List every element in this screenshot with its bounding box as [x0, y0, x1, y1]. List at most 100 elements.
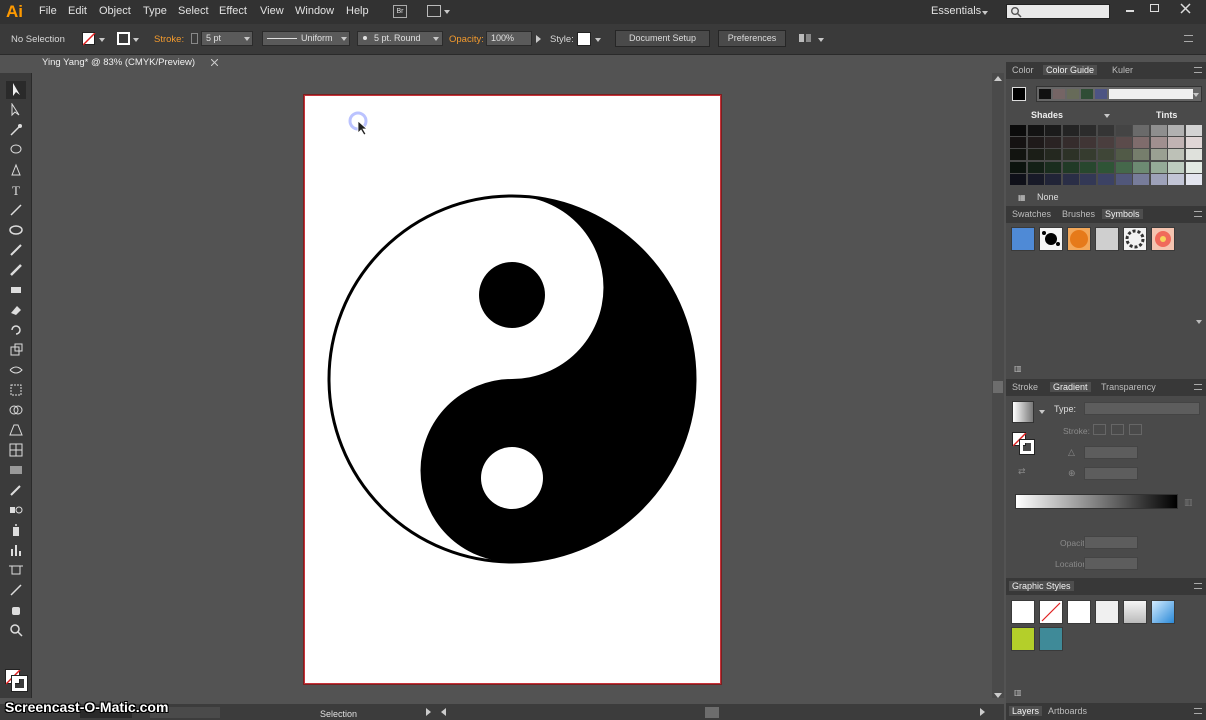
scroll-up-icon[interactable]: [994, 76, 1002, 81]
tab-swatches[interactable]: Swatches: [1012, 209, 1051, 219]
symbol-splat-icon[interactable]: [1039, 227, 1063, 251]
style-swatch[interactable]: [577, 32, 591, 46]
fill-stroke-indicator[interactable]: [5, 669, 28, 692]
zoom-tool-icon[interactable]: [9, 623, 23, 637]
scroll-down-icon[interactable]: [1196, 320, 1202, 324]
aspect-ratio-field[interactable]: [1084, 467, 1138, 480]
color-variation-swatch[interactable]: [1168, 173, 1185, 185]
stroke-along-icon[interactable]: [1111, 424, 1124, 435]
color-variation-swatch[interactable]: [1062, 125, 1079, 136]
pen-tool-icon[interactable]: [9, 163, 23, 177]
scroll-left-icon[interactable]: [441, 708, 446, 716]
scroll-thumb-horizontal[interactable]: [705, 707, 719, 718]
close-tab-icon[interactable]: [211, 59, 218, 66]
color-variation-swatch[interactable]: [1168, 161, 1185, 173]
close-icon[interactable]: [1180, 3, 1191, 14]
fill-swatch[interactable]: [82, 32, 96, 46]
graphic-style-default-icon[interactable]: [1011, 600, 1035, 624]
tab-gradient[interactable]: Gradient: [1050, 382, 1091, 392]
color-variation-swatch[interactable]: [1133, 149, 1150, 161]
bridge-button[interactable]: Br: [393, 5, 407, 18]
base-color-swatch[interactable]: [1012, 87, 1026, 101]
color-variation-swatch[interactable]: [1062, 173, 1079, 185]
delete-stop-icon[interactable]: ▥: [1184, 497, 1193, 508]
tab-symbols[interactable]: Symbols: [1102, 209, 1143, 219]
arrange-icon[interactable]: [798, 32, 812, 44]
pencil-tool-icon[interactable]: [9, 263, 23, 277]
color-variation-swatch[interactable]: [1115, 125, 1132, 136]
vertical-scrollbar[interactable]: [992, 73, 1004, 698]
menu-view[interactable]: View: [260, 5, 284, 17]
gradient-slider[interactable]: [1015, 494, 1178, 509]
color-variations-grid[interactable]: [1010, 125, 1204, 187]
gradient-fill-stroke-icon[interactable]: [1012, 432, 1036, 456]
color-variation-swatch[interactable]: [1027, 149, 1044, 161]
angle-field[interactable]: [1084, 446, 1138, 459]
tab-color-guide[interactable]: Color Guide: [1043, 65, 1098, 75]
graphic-style-teal-texture-icon[interactable]: [1039, 627, 1063, 651]
menu-effect[interactable]: Effect: [219, 5, 247, 17]
type-tool-icon[interactable]: T: [9, 183, 23, 197]
stroke-profile-select[interactable]: Uniform: [262, 31, 350, 46]
color-variation-swatch[interactable]: [1080, 149, 1097, 161]
color-variation-swatch[interactable]: [1010, 149, 1026, 161]
color-variation-swatch[interactable]: [1186, 173, 1202, 185]
color-variation-swatch[interactable]: [1168, 149, 1185, 161]
color-variation-swatch[interactable]: [1045, 137, 1062, 149]
color-variation-swatch[interactable]: [1150, 149, 1167, 161]
menu-help[interactable]: Help: [346, 5, 369, 17]
selection-tool-icon[interactable]: [6, 81, 26, 99]
panel-menu-icon[interactable]: [1194, 67, 1202, 73]
tab-stroke[interactable]: Stroke: [1012, 382, 1038, 392]
stroke-stepper[interactable]: [191, 33, 198, 44]
graphic-style-gray-icon[interactable]: [1123, 600, 1147, 624]
eyedropper-tool-icon[interactable]: [9, 483, 23, 497]
symbol-orange-button-icon[interactable]: [1067, 227, 1091, 251]
color-variation-swatch[interactable]: [1027, 173, 1044, 185]
color-variation-swatch[interactable]: [1080, 125, 1097, 136]
free-transform-tool-icon[interactable]: [9, 383, 23, 397]
color-variation-swatch[interactable]: [1045, 125, 1062, 136]
mesh-tool-icon[interactable]: [9, 443, 23, 457]
color-variation-swatch[interactable]: [1010, 137, 1026, 149]
menu-type[interactable]: Type: [143, 5, 167, 17]
artboard[interactable]: [304, 95, 721, 684]
paintbrush-tool-icon[interactable]: [9, 243, 23, 257]
color-variation-swatch[interactable]: [1150, 137, 1167, 149]
scroll-down-icon[interactable]: [994, 693, 1002, 698]
gradient-type-select[interactable]: [1084, 402, 1200, 415]
menu-object[interactable]: Object: [99, 5, 131, 17]
color-variation-swatch[interactable]: [1098, 125, 1114, 136]
color-variation-swatch[interactable]: [1133, 137, 1150, 149]
blend-tool-icon[interactable]: [9, 503, 23, 517]
tab-artboards[interactable]: Artboards: [1048, 706, 1087, 716]
artboard-tool-icon[interactable]: [9, 563, 23, 577]
color-variation-swatch[interactable]: [1150, 125, 1167, 136]
color-variation-swatch[interactable]: [1115, 149, 1132, 161]
color-variation-swatch[interactable]: [1045, 173, 1062, 185]
symbol-sprayer-tool-icon[interactable]: [9, 523, 23, 537]
chevron-right-icon[interactable]: [536, 35, 541, 43]
color-variation-swatch[interactable]: [1027, 161, 1044, 173]
color-variation-swatch[interactable]: [1098, 137, 1114, 149]
graphic-style-none-icon[interactable]: [1039, 600, 1063, 624]
color-variation-swatch[interactable]: [1010, 125, 1026, 136]
maximize-button[interactable]: [1150, 4, 1159, 12]
document-setup-button[interactable]: Document Setup: [615, 30, 710, 47]
yin-yang-artwork[interactable]: [305, 96, 720, 683]
search-input[interactable]: [1006, 4, 1110, 19]
menu-select[interactable]: Select: [178, 5, 209, 17]
tab-graphic-styles[interactable]: Graphic Styles: [1009, 581, 1074, 591]
graphic-style-libraries-icon[interactable]: ▥: [1014, 688, 1022, 697]
stroke-across-icon[interactable]: [1129, 424, 1142, 435]
color-variation-swatch[interactable]: [1080, 173, 1097, 185]
status-menu-icon[interactable]: [426, 708, 431, 716]
graphic-style-shadow-icon[interactable]: [1095, 600, 1119, 624]
stroke-within-icon[interactable]: [1093, 424, 1106, 435]
panel-menu-icon[interactable]: [1184, 35, 1193, 42]
color-variation-swatch[interactable]: [1115, 137, 1132, 149]
color-variation-swatch[interactable]: [1186, 161, 1202, 173]
reverse-gradient-icon[interactable]: ⇄: [1018, 466, 1026, 477]
color-variation-swatch[interactable]: [1062, 137, 1079, 149]
color-variation-swatch[interactable]: [1168, 137, 1185, 149]
